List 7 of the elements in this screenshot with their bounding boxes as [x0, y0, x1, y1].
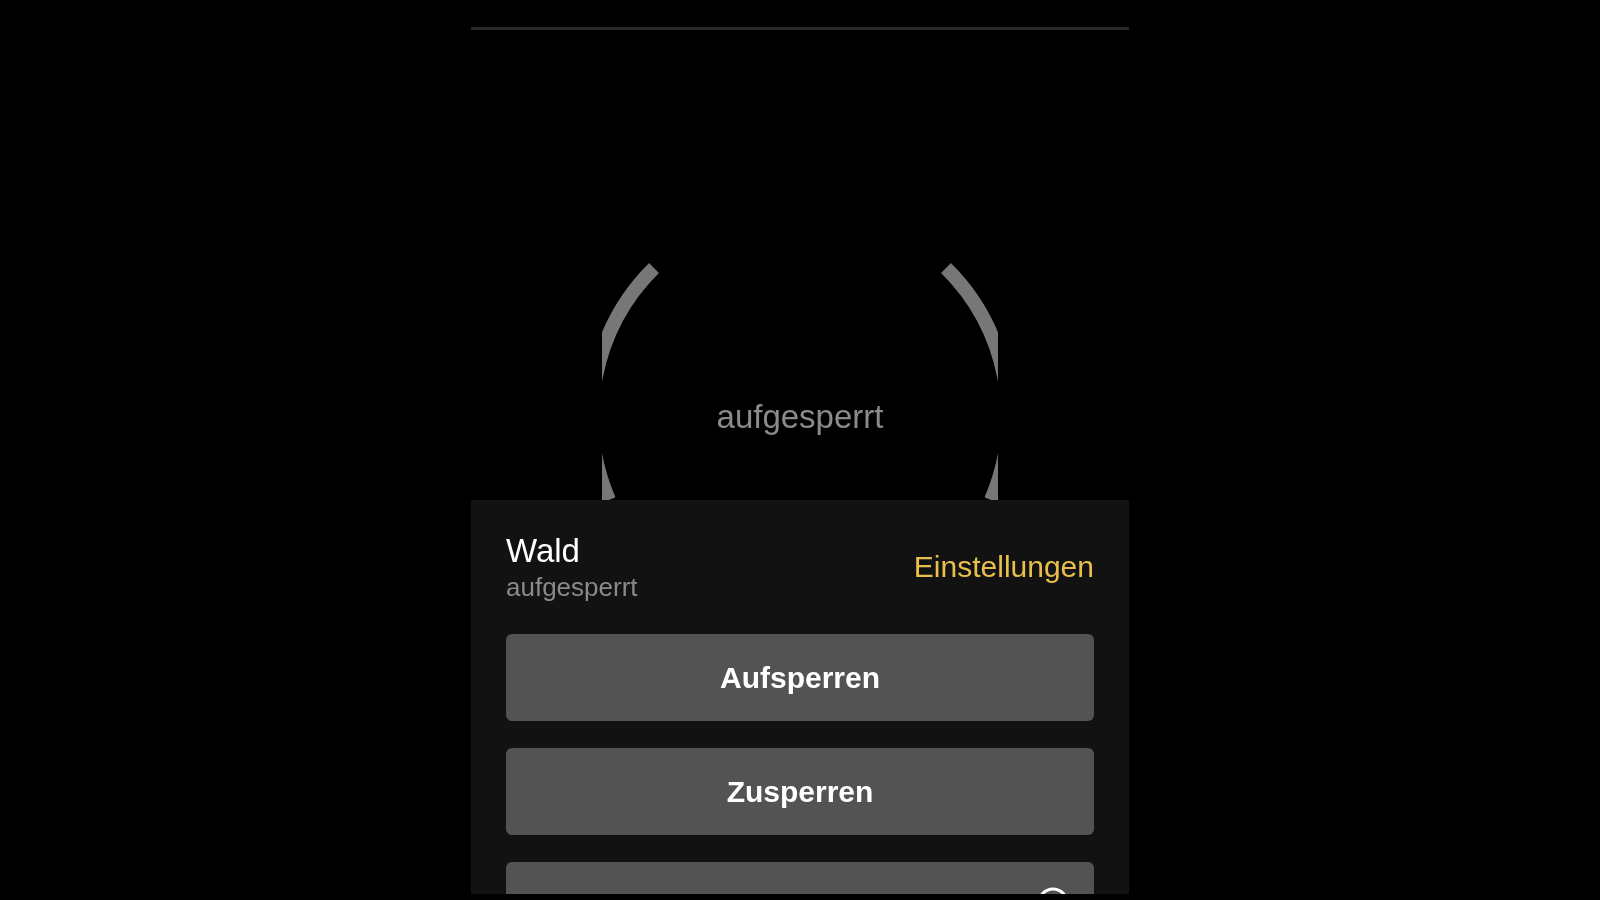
action-button[interactable]: Aufsperren [506, 633, 1094, 721]
action-button[interactable]: Zusperren [506, 747, 1094, 835]
settings-link[interactable]: Einstellungen [913, 544, 1094, 590]
lock-status: aufgesperrt [716, 397, 884, 437]
action-button[interactable] [506, 861, 1094, 894]
lock-name: Wald [506, 531, 581, 571]
lock-status: aufgesperrt [506, 571, 638, 604]
